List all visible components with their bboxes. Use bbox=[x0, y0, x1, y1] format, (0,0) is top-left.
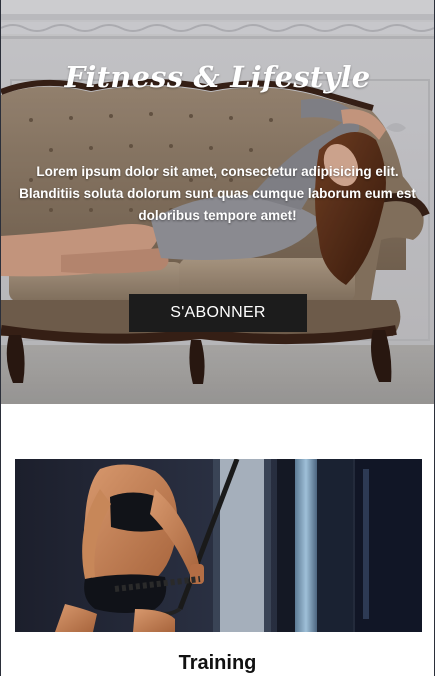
training-card-image[interactable] bbox=[15, 459, 422, 632]
page: Fitness & Lifestyle Lorem ipsum dolor si… bbox=[0, 0, 435, 676]
hero-title: Fitness & Lifestyle bbox=[64, 60, 371, 94]
hero-section: Fitness & Lifestyle Lorem ipsum dolor si… bbox=[1, 0, 434, 404]
training-photo bbox=[15, 459, 422, 632]
hero-description: Lorem ipsum dolor sit amet, consectetur … bbox=[19, 164, 416, 223]
training-card-title[interactable]: Training bbox=[1, 652, 434, 675]
subscribe-button[interactable]: S'ABONNER bbox=[129, 294, 307, 332]
